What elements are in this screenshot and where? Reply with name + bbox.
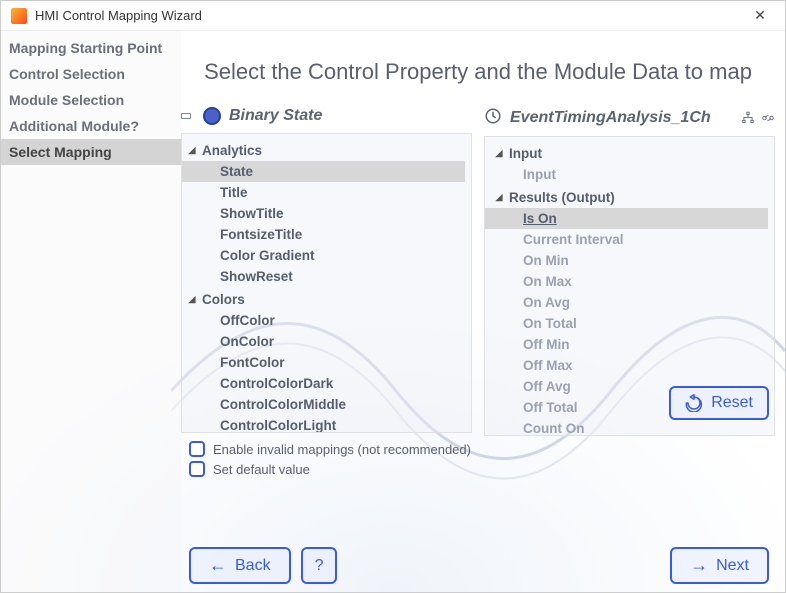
reset-row: Reset bbox=[484, 386, 775, 420]
sidebar-item-additional-module-[interactable]: Additional Module? bbox=[1, 113, 181, 139]
sidebar: Mapping Starting PointControl SelectionM… bbox=[1, 31, 181, 592]
reset-label: Reset bbox=[711, 394, 753, 412]
hierarchy-icon[interactable] bbox=[741, 111, 755, 125]
module-item-input: Input bbox=[485, 164, 768, 185]
back-button[interactable]: Back bbox=[189, 547, 291, 584]
titlebar: HMI Control Mapping Wizard ✕ bbox=[1, 1, 785, 31]
module-mini-icons bbox=[741, 111, 775, 125]
control-item-fontsizetitle[interactable]: FontsizeTitle bbox=[182, 224, 465, 245]
invalid-mappings-row: Enable invalid mappings (not recommended… bbox=[189, 441, 472, 457]
close-icon[interactable]: ✕ bbox=[745, 7, 775, 24]
link-icon[interactable] bbox=[761, 111, 775, 125]
binary-state-icon bbox=[203, 107, 221, 125]
sidebar-item-module-selection[interactable]: Module Selection bbox=[1, 87, 181, 113]
invalid-mappings-label: Enable invalid mappings (not recommended… bbox=[213, 442, 471, 457]
module-group-input[interactable]: ◢ Input bbox=[485, 143, 768, 164]
tree-group-label: Analytics bbox=[202, 143, 262, 158]
control-group-analytics[interactable]: ◢ Analytics bbox=[182, 140, 465, 161]
control-item-state[interactable]: State bbox=[182, 161, 465, 182]
options-block: Enable invalid mappings (not recommended… bbox=[181, 433, 472, 481]
window: HMI Control Mapping Wizard ✕ Mapping Sta… bbox=[0, 0, 786, 593]
reset-button[interactable]: Reset bbox=[669, 386, 769, 420]
invalid-mappings-checkbox[interactable] bbox=[189, 441, 205, 457]
module-item-current-interval: Current Interval bbox=[485, 229, 768, 250]
control-property-column: Binary State ◢ Analytics StateTitleShowTit… bbox=[181, 105, 472, 543]
deco-icon bbox=[181, 113, 191, 119]
content: Mapping Starting PointControl SelectionM… bbox=[1, 31, 785, 592]
control-property-tree[interactable]: ◢ Analytics StateTitleShowTitleFontsizeTit… bbox=[181, 133, 472, 433]
main-panel: Select the Control Property and the Modu… bbox=[181, 31, 785, 592]
control-item-controlcolordark[interactable]: ControlColorDark bbox=[182, 373, 465, 394]
sidebar-item-mapping-starting-point[interactable]: Mapping Starting Point bbox=[1, 35, 181, 61]
module-item-on-avg: On Avg bbox=[485, 292, 768, 313]
set-default-row: Set default value bbox=[189, 461, 472, 477]
control-property-title: Binary State bbox=[229, 107, 322, 125]
next-label: Next bbox=[716, 557, 749, 575]
control-item-offcolor[interactable]: OffColor bbox=[182, 310, 465, 331]
reset-icon bbox=[685, 394, 703, 412]
columns: Binary State ◢ Analytics StateTitleShowTit… bbox=[181, 105, 775, 543]
sidebar-item-control-selection[interactable]: Control Selection bbox=[1, 61, 181, 87]
clock-icon bbox=[484, 107, 502, 128]
control-item-oncolor[interactable]: OnColor bbox=[182, 331, 465, 352]
control-item-title[interactable]: Title bbox=[182, 182, 465, 203]
help-label: ? bbox=[315, 557, 324, 575]
tree-group-label: Colors bbox=[202, 292, 245, 307]
module-data-header: EventTimingAnalysis_1Ch bbox=[484, 105, 775, 136]
arrow-left-icon bbox=[209, 555, 227, 576]
control-item-showreset[interactable]: ShowReset bbox=[182, 266, 465, 287]
page-heading: Select the Control Property and the Modu… bbox=[181, 31, 775, 105]
caret-down-icon: ◢ bbox=[493, 148, 505, 159]
tree-group-label: Results (Output) bbox=[509, 190, 615, 205]
control-item-fontcolor[interactable]: FontColor bbox=[182, 352, 465, 373]
arrow-right-icon bbox=[690, 555, 708, 576]
window-title: HMI Control Mapping Wizard bbox=[35, 8, 745, 23]
module-data-title: EventTimingAnalysis_1Ch bbox=[510, 109, 711, 127]
module-group-results-output-[interactable]: ◢ Results (Output) bbox=[485, 187, 768, 208]
set-default-checkbox[interactable] bbox=[189, 461, 205, 477]
module-item-is-on[interactable]: Is On bbox=[485, 208, 768, 229]
module-item-count-on: Count On bbox=[485, 418, 768, 436]
caret-down-icon: ◢ bbox=[493, 192, 505, 203]
module-item-off-max: Off Max bbox=[485, 355, 768, 376]
module-item-on-min: On Min bbox=[485, 250, 768, 271]
module-data-column: EventTimingAnalysis_1Ch ◢ Input Input ◢ Resu… bbox=[484, 105, 775, 543]
caret-down-icon: ◢ bbox=[186, 145, 198, 156]
caret-down-icon: ◢ bbox=[186, 294, 198, 305]
module-item-on-max: On Max bbox=[485, 271, 768, 292]
module-item-off-min: Off Min bbox=[485, 334, 768, 355]
control-item-controlcolormiddle[interactable]: ControlColorMiddle bbox=[182, 394, 465, 415]
control-item-color-gradient[interactable]: Color Gradient bbox=[182, 245, 465, 266]
button-row: Back ? Next bbox=[181, 543, 775, 584]
sidebar-item-select-mapping[interactable]: Select Mapping bbox=[1, 139, 181, 165]
set-default-label: Set default value bbox=[213, 462, 310, 477]
help-button[interactable]: ? bbox=[301, 547, 338, 584]
module-item-on-total: On Total bbox=[485, 313, 768, 334]
control-group-colors[interactable]: ◢ Colors bbox=[182, 289, 465, 310]
app-icon bbox=[11, 8, 27, 24]
control-item-controlcolorlight[interactable]: ControlColorLight bbox=[182, 415, 465, 433]
control-item-showtitle[interactable]: ShowTitle bbox=[182, 203, 465, 224]
back-label: Back bbox=[235, 557, 271, 575]
tree-group-label: Input bbox=[509, 146, 542, 161]
control-property-header: Binary State bbox=[181, 105, 472, 133]
next-button[interactable]: Next bbox=[670, 547, 769, 584]
